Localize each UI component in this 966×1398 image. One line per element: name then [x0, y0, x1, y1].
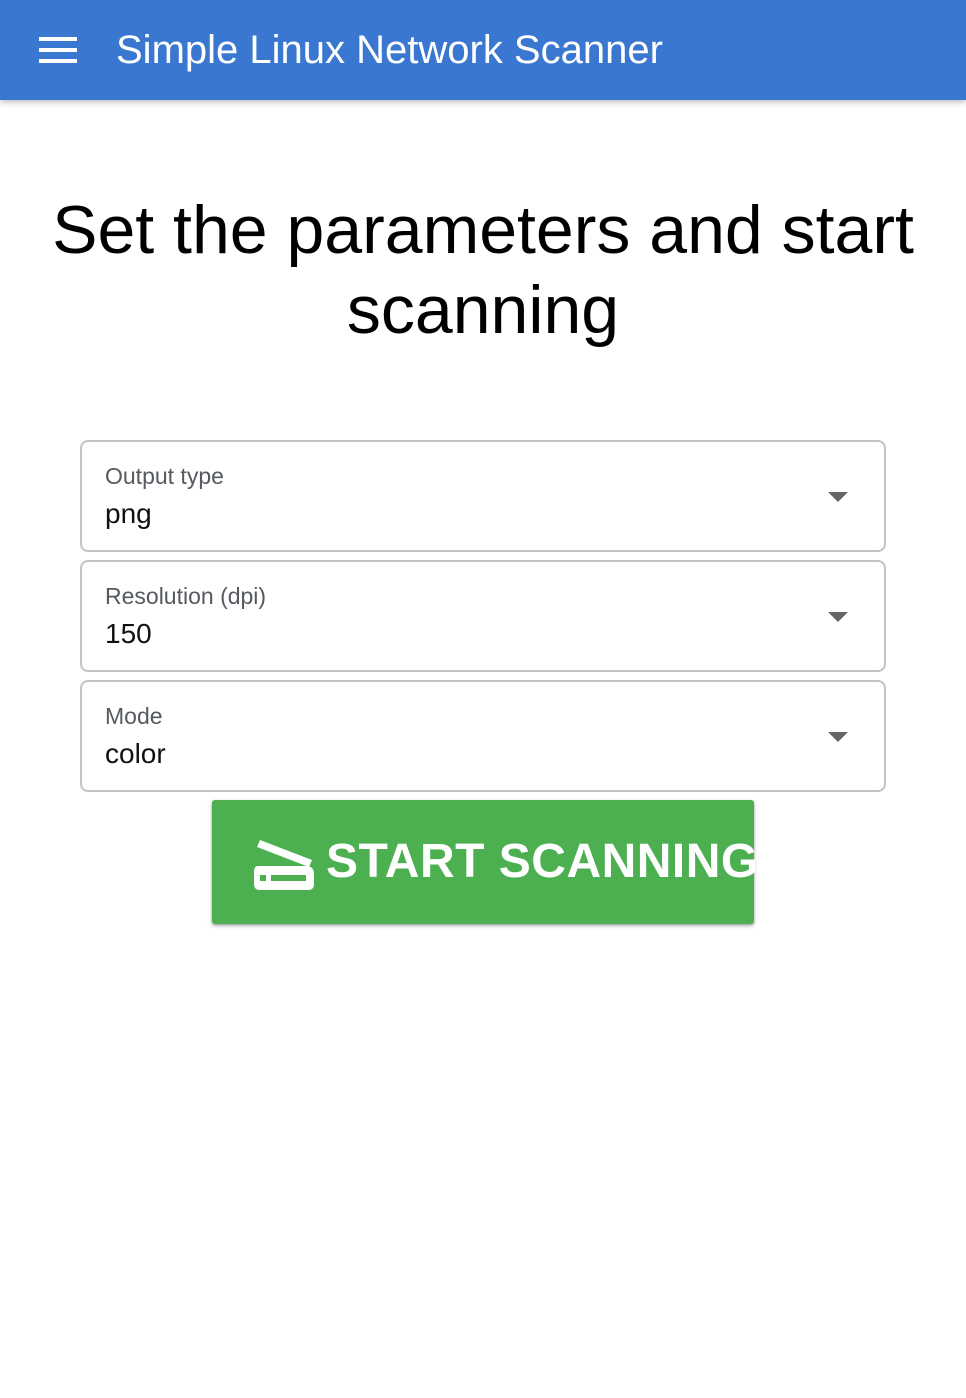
start-scanning-label: START SCANNING	[326, 835, 759, 888]
menu-button[interactable]	[30, 30, 86, 70]
app-bar: Simple Linux Network Scanner	[0, 0, 966, 100]
scanner-icon	[254, 840, 314, 890]
caret-down-icon	[828, 732, 848, 742]
resolution-value: 150	[105, 618, 152, 649]
mode-select[interactable]: Mode color	[80, 680, 886, 792]
resolution-label: Resolution (dpi)	[105, 583, 267, 609]
caret-down-icon	[828, 492, 848, 502]
start-scanning-button[interactable]: START SCANNING	[212, 800, 758, 924]
caret-down-icon	[828, 612, 848, 622]
mode-value: color	[105, 738, 166, 769]
app-title: Simple Linux Network Scanner	[116, 28, 663, 72]
resolution-select[interactable]: Resolution (dpi) 150	[80, 560, 886, 672]
menu-icon	[39, 37, 77, 63]
output-type-value: png	[105, 498, 152, 529]
output-type-label: Output type	[105, 463, 224, 489]
output-type-select[interactable]: Output type png	[80, 440, 886, 552]
mode-label: Mode	[105, 703, 163, 729]
page-heading: Set the parameters and start scanning	[52, 192, 914, 348]
